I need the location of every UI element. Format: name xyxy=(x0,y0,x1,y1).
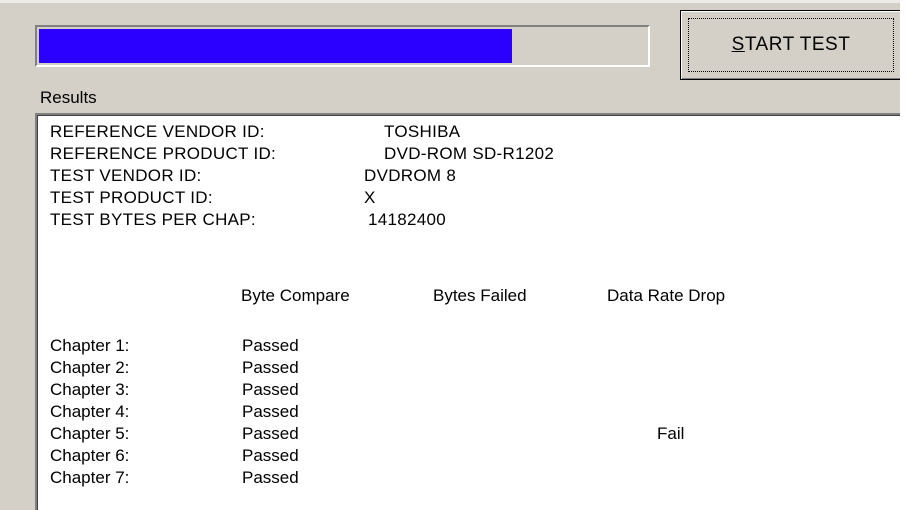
byte-compare-result: Passed xyxy=(242,446,299,465)
info-value: 14182400 xyxy=(368,210,447,229)
chapter-name: Chapter 5: xyxy=(50,424,130,443)
byte-compare-result: Passed xyxy=(242,358,299,377)
results-label: Results xyxy=(40,88,97,107)
byte-compare-result: Passed xyxy=(242,380,299,399)
start-test-button[interactable]: S TART TEST xyxy=(680,10,900,80)
start-test-label: TART TEST xyxy=(744,34,851,55)
info-value: TOSHIBA xyxy=(384,122,461,141)
byte-compare-result: Passed xyxy=(242,468,299,487)
info-key: REFERENCE VENDOR ID: xyxy=(50,122,265,141)
progress-fill xyxy=(39,29,513,63)
info-key: TEST BYTES PER CHAP: xyxy=(50,210,256,229)
start-test-mnemonic: S xyxy=(731,34,745,55)
byte-compare-result: Passed xyxy=(242,336,299,355)
chapter-name: Chapter 2: xyxy=(50,358,130,377)
button-focus-ring: S TART TEST xyxy=(688,18,894,72)
column-header-data-rate-drop: Data Rate Drop xyxy=(607,286,726,305)
byte-compare-result: Passed xyxy=(242,424,299,443)
column-header-bytes-failed: Bytes Failed xyxy=(433,286,527,305)
dialog-top-edge xyxy=(0,0,900,3)
info-value: X xyxy=(364,188,376,207)
chapter-name: Chapter 3: xyxy=(50,380,130,399)
info-key: REFERENCE PRODUCT ID: xyxy=(50,144,277,163)
test-dialog: S TART TEST Results REFERENCE VENDOR ID: … xyxy=(0,0,900,510)
info-key: TEST VENDOR ID: xyxy=(50,166,202,185)
results-textbox[interactable]: REFERENCE VENDOR ID: TOSHIBA REFERENCE P… xyxy=(35,113,900,510)
info-value: DVDROM 8 xyxy=(364,166,457,185)
chapter-name: Chapter 1: xyxy=(50,336,130,355)
chapter-name: Chapter 4: xyxy=(50,402,130,421)
test-progress-bar xyxy=(35,25,650,67)
data-rate-drop-result: Fail xyxy=(657,424,685,443)
chapter-name: Chapter 7: xyxy=(50,468,130,487)
chapter-name: Chapter 6: xyxy=(50,446,130,465)
info-value: DVD-ROM SD-R1202 xyxy=(384,144,555,163)
byte-compare-result: Passed xyxy=(242,402,299,421)
column-header-byte-compare: Byte Compare xyxy=(241,286,350,305)
info-key: TEST PRODUCT ID: xyxy=(50,188,213,207)
